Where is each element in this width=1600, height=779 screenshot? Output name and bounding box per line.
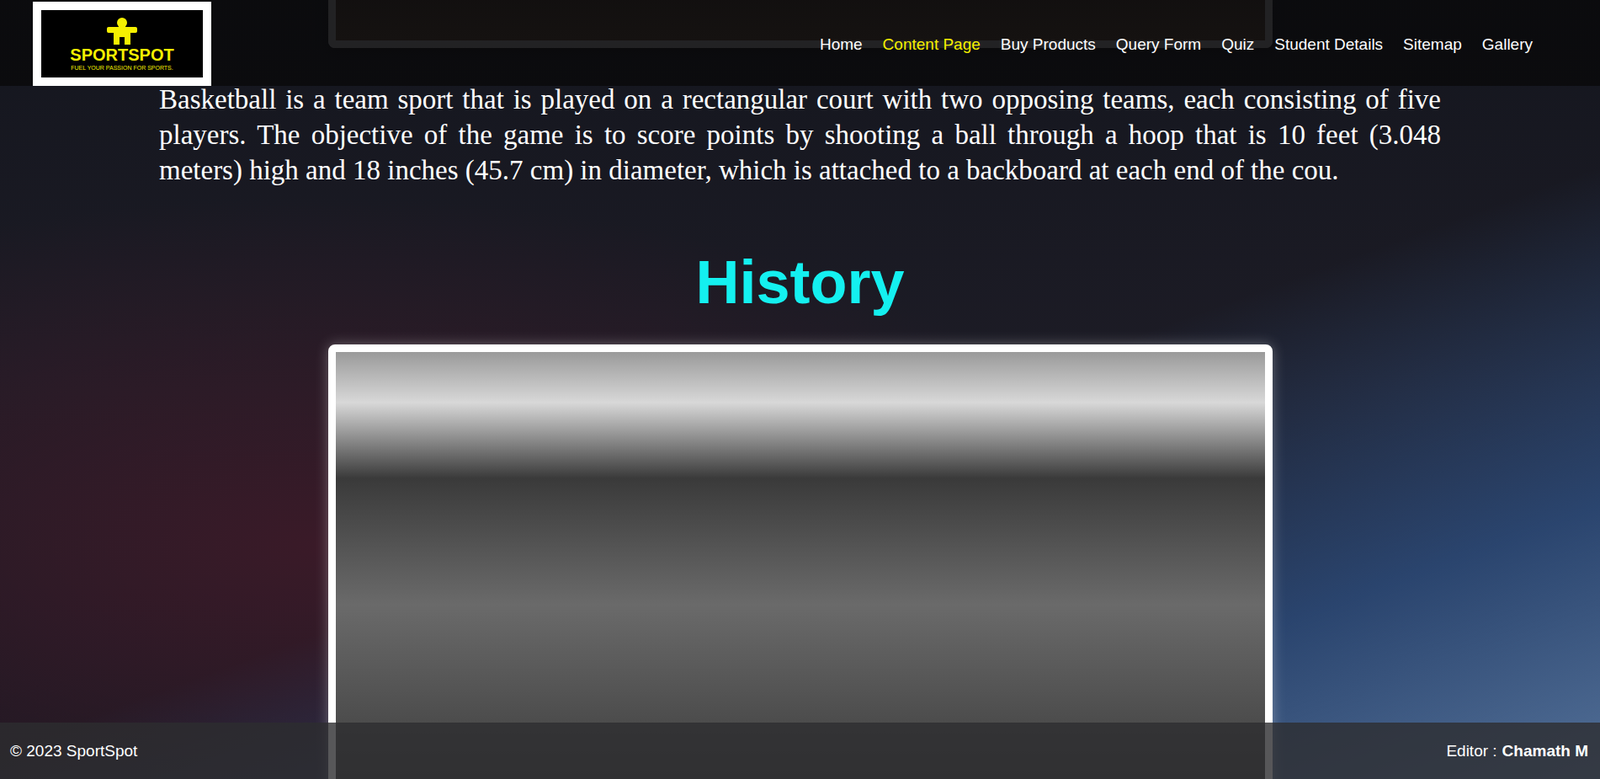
nav-link[interactable]: Sitemap	[1403, 35, 1462, 54]
editor: Editor :Chamath M	[1445, 741, 1589, 761]
nav-link[interactable]: Gallery	[1482, 35, 1533, 54]
header: SPORTSPOTFUEL YOUR PASSION FOR SPORTS. Ho…	[0, 0, 1600, 86]
intro-paragraph: Basketball is a team sport that is playe…	[159, 81, 1441, 188]
editor-name: Chamath M	[1502, 741, 1589, 761]
history-heading: History	[695, 246, 904, 318]
logo[interactable]: SPORTSPOTFUEL YOUR PASSION FOR SPORTS.	[32, 1, 212, 86]
copyright: © 2023 SportSpot	[10, 741, 138, 761]
content: Basketball is a team sport that is playe…	[0, 0, 1600, 779]
nav-bar: Home Content Page Buy Products Query Form Qu…	[819, 35, 1533, 54]
footer: © 2023 SportSpot Editor :Chamath M	[0, 722, 1600, 779]
page: SPORTSPOTFUEL YOUR PASSION FOR SPORTS. Ho…	[0, 0, 1600, 779]
athlete-icon	[96, 16, 148, 46]
nav-link[interactable]: Content Page	[882, 35, 981, 54]
logo-name: SPORTSPOT	[69, 45, 174, 64]
history-image	[328, 344, 1273, 779]
nav-link[interactable]: Buy Products	[1000, 35, 1096, 54]
nav-link[interactable]: Student Details	[1274, 35, 1383, 54]
nav-link[interactable]: Quiz	[1221, 35, 1255, 54]
nav-link[interactable]: Home	[819, 35, 863, 54]
editor-label: Editor :	[1445, 741, 1497, 761]
logo-inner: SPORTSPOTFUEL YOUR PASSION FOR SPORTS.	[41, 10, 203, 78]
nav-link[interactable]: Query Form	[1116, 35, 1202, 54]
logo-tagline: FUEL YOUR PASSION FOR SPORTS.	[70, 63, 174, 72]
